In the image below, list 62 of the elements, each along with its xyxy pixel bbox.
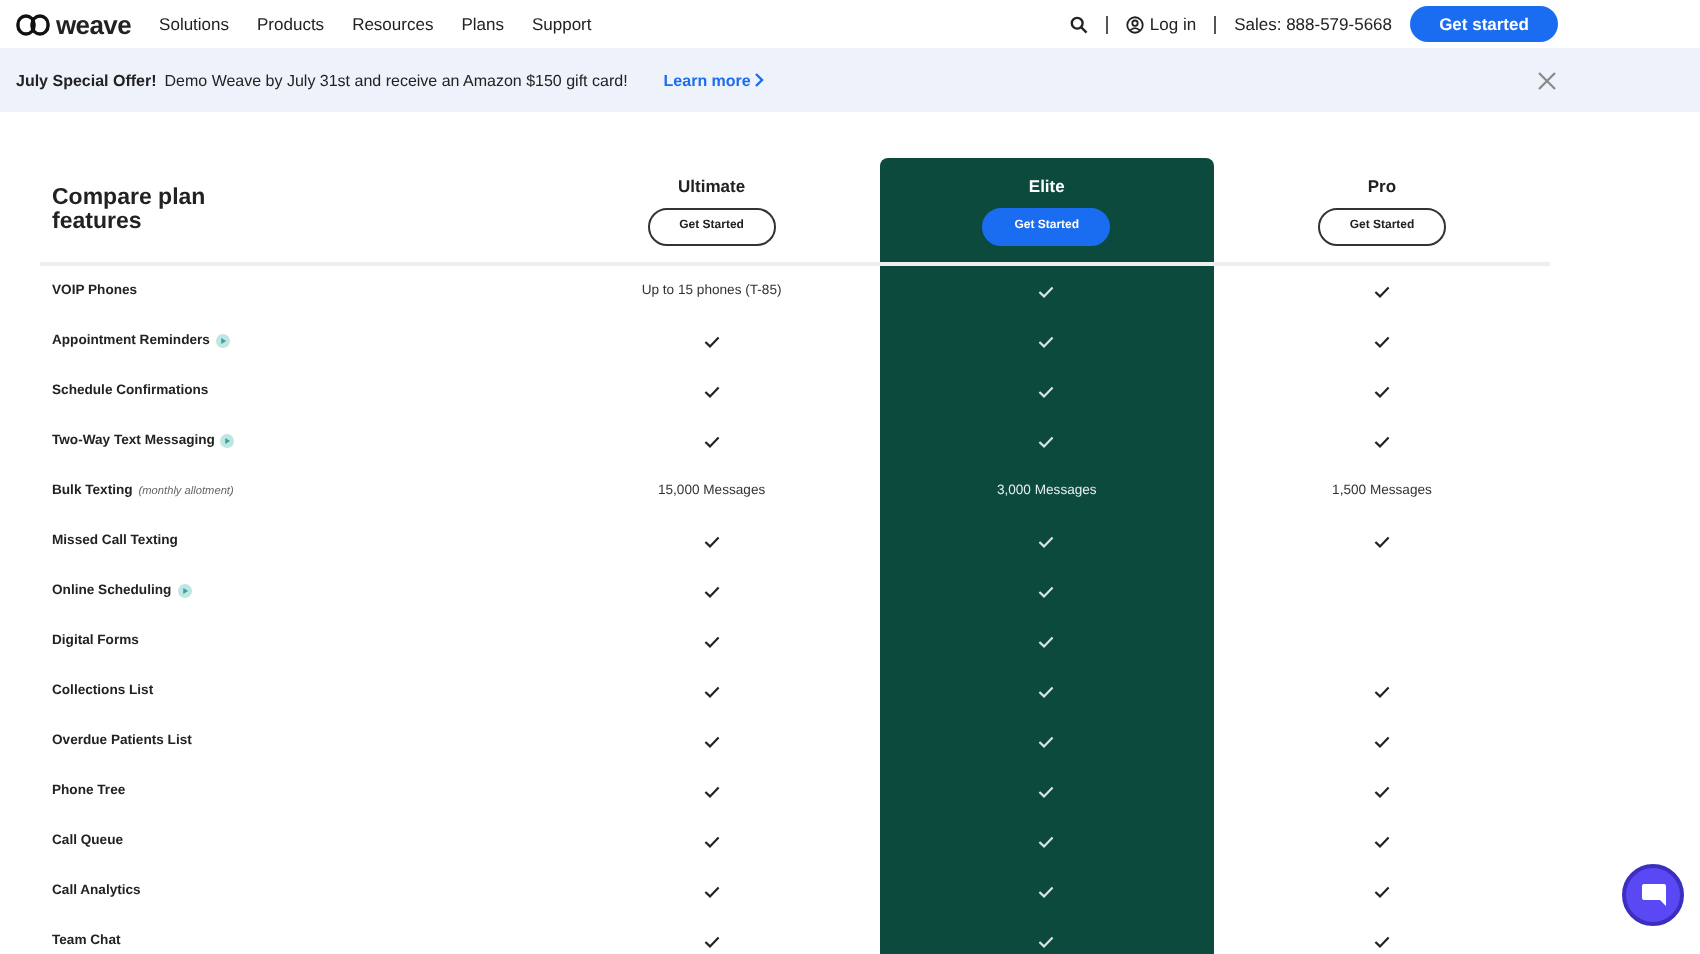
check-icon: [1038, 685, 1055, 697]
check-icon: [1038, 935, 1055, 947]
offer-title: July Special Offer!: [16, 71, 157, 89]
check-icon: [1373, 535, 1390, 547]
check-icon: [1038, 635, 1055, 647]
check-icon: [1373, 385, 1390, 397]
check-icon: [703, 635, 720, 647]
check-icon: [1038, 535, 1055, 547]
plan-name: Pro: [1367, 175, 1397, 195]
check-icon: [703, 335, 720, 347]
login-link[interactable]: Log in: [1125, 14, 1197, 34]
check-icon: [1373, 835, 1390, 847]
check-icon: [1038, 335, 1055, 347]
play-icon[interactable]: [177, 584, 192, 598]
check-icon: [1038, 285, 1055, 297]
check-icon: [1038, 785, 1055, 797]
check-icon: [1373, 935, 1390, 947]
check-icon: [703, 935, 720, 947]
logo-wordmark[interactable]: weave: [56, 9, 132, 39]
play-icon[interactable]: [215, 334, 230, 348]
check-icon: [1373, 885, 1390, 897]
nav-link[interactable]: Products: [257, 14, 325, 34]
check-icon: [1373, 735, 1390, 747]
check-icon: [703, 535, 720, 547]
check-icon: [703, 435, 720, 447]
offer-text: Demo Weave by July 31st and receive an Amazon $150 gift card!: [164, 71, 628, 89]
check-icon: [1038, 585, 1055, 597]
plan-name: Ultimate: [678, 175, 746, 195]
check-icon: [703, 585, 720, 597]
chat-button[interactable]: [1622, 864, 1684, 926]
check-icon: [703, 835, 720, 847]
check-icon: [1038, 835, 1055, 847]
check-icon: [703, 385, 720, 397]
learn-more-link[interactable]: Learn more: [663, 71, 765, 89]
nav-link[interactable]: Solutions: [159, 14, 230, 34]
logo-icon: [16, 13, 52, 35]
check-icon: [1038, 385, 1055, 397]
check-icon: [1038, 435, 1055, 447]
chevron-icon: [754, 72, 765, 88]
chat-bubble-icon: [1639, 882, 1667, 908]
user-icon: [1125, 15, 1144, 33]
table-title: Compare plan features: [52, 185, 208, 235]
plan-name: Elite: [1028, 175, 1065, 195]
play-icon[interactable]: [220, 434, 235, 448]
close-icon[interactable]: [1538, 71, 1556, 89]
check-icon: [703, 735, 720, 747]
check-icon: [1373, 685, 1390, 697]
nav-link[interactable]: Support: [531, 14, 592, 34]
get-started-button[interactable]: Get started: [1410, 6, 1558, 42]
check-icon: [703, 685, 720, 697]
check-icon: [1038, 885, 1055, 897]
search-icon[interactable]: [1069, 15, 1088, 33]
check-icon: [703, 885, 720, 897]
sales-phone: Sales: 888-579-5668: [1234, 14, 1392, 34]
check-icon: [1373, 285, 1390, 297]
check-icon: [703, 785, 720, 797]
check-icon: [1038, 735, 1055, 747]
nav-link[interactable]: Resources: [352, 14, 434, 34]
check-icon: [1373, 435, 1390, 447]
check-icon: [1373, 785, 1390, 797]
nav-link[interactable]: Plans: [461, 14, 504, 34]
check-icon: [1373, 335, 1390, 347]
